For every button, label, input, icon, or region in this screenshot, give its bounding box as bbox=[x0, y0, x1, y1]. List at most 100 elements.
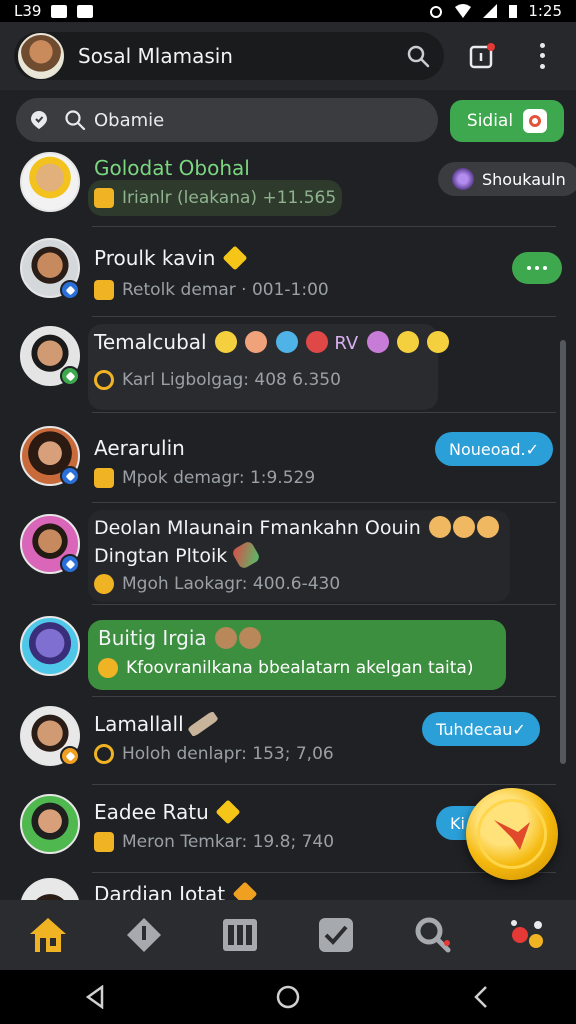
home-button-icon[interactable] bbox=[275, 984, 301, 1010]
star-icon bbox=[215, 799, 241, 825]
coin-icon bbox=[94, 744, 114, 764]
recents-chevron-icon[interactable] bbox=[470, 985, 492, 1009]
emoji-icon bbox=[239, 627, 262, 649]
emoji-icon bbox=[452, 516, 475, 538]
chat-name: Proulk kavin bbox=[94, 245, 248, 271]
emoji-icon bbox=[427, 331, 450, 353]
premium-badge-icon bbox=[60, 746, 80, 766]
more-options-icon[interactable] bbox=[530, 40, 554, 72]
star-icon bbox=[232, 881, 257, 900]
chat-subtitle: Holoh denlapr: 153; 7,06 bbox=[122, 744, 334, 764]
title-pill[interactable]: Sosal Mlamasin bbox=[14, 32, 444, 80]
emoji-icon bbox=[476, 516, 499, 538]
nav-search[interactable] bbox=[408, 911, 456, 959]
status-chip[interactable]: Noueoad.✓ bbox=[435, 432, 553, 466]
chat-name: Temalcubal RV bbox=[94, 330, 450, 354]
chat-subtitle: Mgoh Laokagr: 400.6-430 bbox=[122, 574, 341, 594]
nav-tasks[interactable] bbox=[312, 911, 360, 959]
chat-name: Lamallall bbox=[94, 710, 219, 738]
send-button[interactable]: Sidial bbox=[450, 100, 564, 142]
home-icon bbox=[30, 918, 66, 952]
status-chip-label: Shoukauln bbox=[482, 169, 566, 189]
notification-icon[interactable] bbox=[468, 42, 496, 70]
emoji-icon bbox=[214, 331, 237, 353]
chat-subtitle: Meron Temkar: 19.8; 740 bbox=[122, 832, 335, 852]
divider bbox=[92, 226, 556, 227]
divider bbox=[92, 316, 556, 317]
list-item[interactable]: Buitig Irgia Kfoovranilkana bbealatarn a… bbox=[0, 614, 576, 696]
notification-media-icon bbox=[77, 4, 94, 18]
crown-icon bbox=[94, 468, 114, 488]
list-item[interactable]: Lamallall Holoh denlapr: 153; 7,06 Tuhde… bbox=[0, 706, 576, 784]
chat-subtitle-row: Mpok demagr: 1:9.529 bbox=[94, 468, 315, 488]
nav-games[interactable] bbox=[504, 911, 552, 959]
nav-calendar[interactable] bbox=[216, 911, 264, 959]
games-icon bbox=[511, 920, 543, 948]
search-icon[interactable] bbox=[406, 44, 430, 68]
tool-icon bbox=[187, 710, 219, 738]
emoji-icon bbox=[396, 331, 419, 353]
chat-subtitle-row: Mgoh Laokagr: 400.6-430 bbox=[94, 574, 340, 594]
star-icon bbox=[222, 245, 248, 271]
nav-home[interactable] bbox=[24, 911, 72, 959]
chat-subtitle-row: Holoh denlapr: 153; 7,06 bbox=[94, 744, 334, 764]
calendar-icon bbox=[223, 919, 257, 951]
chat-subtitle-row: Kfoovranilkana bbealatarn akelgan taita) bbox=[98, 658, 473, 678]
emoji-icon bbox=[98, 658, 118, 678]
chat-subtitle-row: Meron Temkar: 19.8; 740 bbox=[94, 832, 334, 852]
list-item[interactable]: Temalcubal RV Karl Ligbolgag: 408 6.350 bbox=[0, 324, 576, 412]
send-target-icon bbox=[523, 109, 548, 133]
online-badge-icon bbox=[60, 366, 80, 386]
profile-avatar[interactable] bbox=[18, 33, 64, 79]
list-item[interactable]: Proulk kavin Retolk demar · 001-1:00 bbox=[0, 238, 576, 316]
divider bbox=[92, 412, 556, 413]
emoji-icon bbox=[366, 331, 389, 353]
search-bar[interactable] bbox=[16, 98, 438, 142]
crown-icon bbox=[94, 280, 114, 300]
verified-badge-icon bbox=[60, 554, 80, 574]
avatar[interactable] bbox=[20, 152, 80, 212]
avatar[interactable] bbox=[20, 794, 80, 854]
send-button-label: Sidial bbox=[466, 111, 514, 131]
search-input[interactable] bbox=[94, 109, 394, 131]
chat-name-line2: Dingtan Pltoik bbox=[94, 539, 262, 571]
crown-icon bbox=[94, 832, 114, 852]
chat-subtitle: Irianlr (leakana) +11.565 bbox=[122, 188, 337, 208]
battery-icon bbox=[509, 5, 518, 18]
bottom-navigation bbox=[0, 900, 576, 970]
more-button[interactable] bbox=[512, 252, 562, 284]
search-icon bbox=[415, 917, 451, 953]
megaphone-icon bbox=[494, 820, 530, 850]
status-chip[interactable]: Tuhdecau✓ bbox=[422, 712, 540, 746]
status-chip[interactable]: Shoukauln bbox=[438, 162, 576, 196]
chat-name: Eadee Ratu bbox=[94, 799, 241, 825]
checkbox-icon bbox=[319, 918, 353, 952]
chat-subtitle: Karl Ligbolgag: 408 6.350 bbox=[122, 370, 341, 390]
list-item[interactable]: Dardian Iotat bbox=[0, 878, 576, 900]
list-item[interactable]: Aerarulin Mpok demagr: 1:9.529 Noueoad.✓ bbox=[0, 424, 576, 502]
list-item[interactable]: Golodat Obohal Irianlr (leakana) +11.565… bbox=[0, 152, 576, 226]
floating-action-button[interactable] bbox=[466, 788, 558, 880]
signal-icon bbox=[483, 4, 498, 18]
wifi-icon bbox=[455, 4, 472, 18]
chat-subtitle-row: Irianlr (leakana) +11.565 bbox=[94, 188, 336, 208]
back-icon[interactable] bbox=[84, 985, 106, 1009]
scrollbar[interactable] bbox=[560, 340, 566, 764]
coin-icon bbox=[94, 370, 114, 390]
divider bbox=[92, 502, 556, 503]
avatar[interactable] bbox=[20, 878, 80, 900]
gem-icon bbox=[452, 168, 474, 190]
divider bbox=[92, 604, 556, 605]
chat-subtitle-row: Retolk demar · 001-1:00 bbox=[94, 280, 329, 300]
chat-name: Buitig Irgia bbox=[98, 626, 262, 650]
chat-subtitle-row: Karl Ligbolgag: 408 6.350 bbox=[94, 370, 341, 390]
avatar[interactable] bbox=[20, 616, 80, 676]
location-pin-icon bbox=[31, 111, 47, 129]
status-bar: L39 1:25 bbox=[0, 0, 576, 22]
star-icon bbox=[94, 574, 114, 594]
nav-tags[interactable] bbox=[120, 911, 168, 959]
chat-subtitle: Retolk demar · 001-1:00 bbox=[122, 280, 329, 300]
verified-badge-icon bbox=[60, 280, 80, 300]
emoji-icon bbox=[428, 516, 451, 538]
list-item[interactable]: Deolan Mlaunain Fmankahn Oouin Dingtan P… bbox=[0, 510, 576, 604]
